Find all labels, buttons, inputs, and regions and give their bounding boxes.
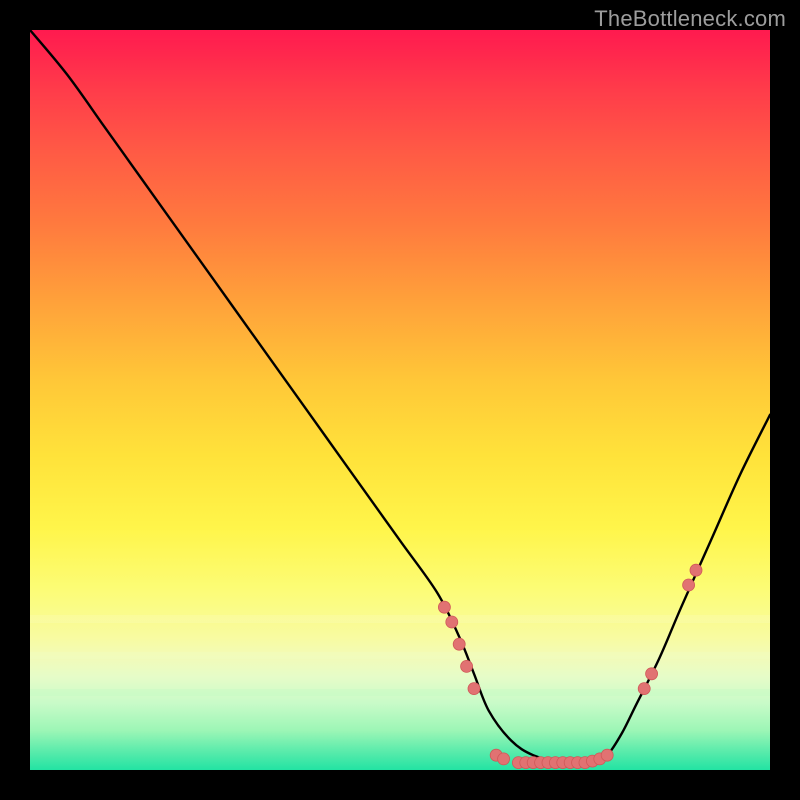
data-markers — [438, 564, 702, 768]
data-marker — [461, 660, 473, 672]
data-marker — [646, 668, 658, 680]
data-marker — [683, 579, 695, 591]
data-marker — [690, 564, 702, 576]
plot-area — [30, 30, 770, 770]
data-marker — [453, 638, 465, 650]
data-marker — [498, 753, 510, 765]
chart-frame: TheBottleneck.com — [0, 0, 800, 800]
chart-svg — [30, 30, 770, 770]
data-marker — [468, 683, 480, 695]
watermark-text: TheBottleneck.com — [594, 6, 786, 32]
data-marker — [438, 601, 450, 613]
data-marker — [601, 749, 613, 761]
data-marker — [446, 616, 458, 628]
data-marker — [638, 683, 650, 695]
bottleneck-curve — [30, 30, 770, 764]
